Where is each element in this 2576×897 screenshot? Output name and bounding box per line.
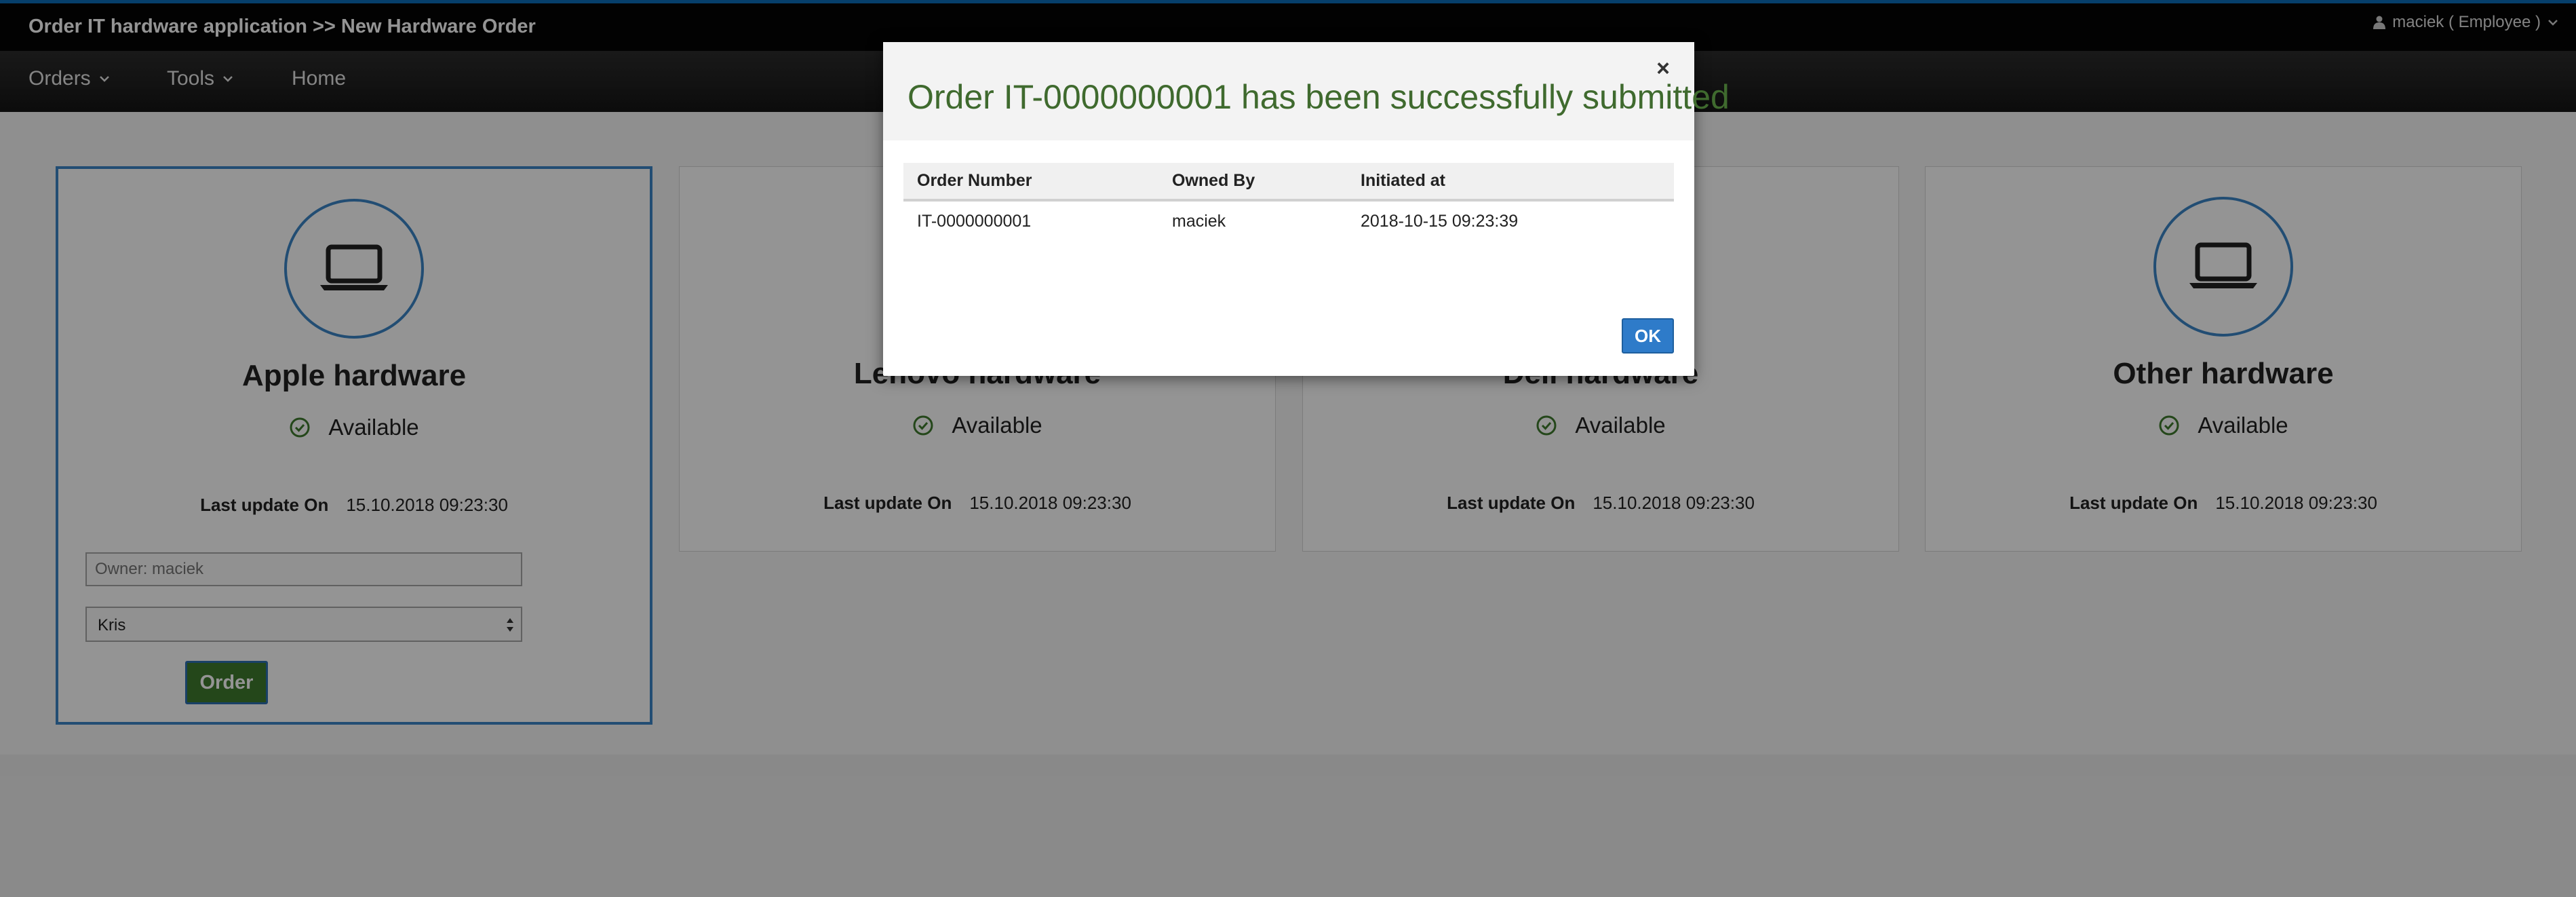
column-header: Order Number [903, 163, 1158, 202]
dialog-header: Order IT-0000000001 has been successfull… [883, 42, 1730, 140]
ok-button[interactable]: OK [1622, 318, 1674, 354]
close-icon[interactable]: × [1656, 56, 1670, 82]
column-header: Initiated at [1347, 163, 1674, 202]
order-submitted-dialog: Order IT-0000000001 has been successfull… [883, 42, 1730, 376]
table-header-row: Order Number Owned By Initiated at [903, 163, 1674, 202]
owned-by-cell: maciek [1172, 212, 1226, 231]
table-row: IT-0000000001 maciek 2018-10-15 09:23:39 [903, 200, 1674, 242]
dialog-title: Order IT-0000000001 has been successfull… [908, 78, 1730, 116]
order-summary-table: Order Number Owned By Initiated at IT-00… [903, 163, 1674, 242]
initiated-at-cell: 2018-10-15 09:23:39 [1361, 212, 1519, 231]
column-header: Owned By [1158, 163, 1347, 202]
order-number-cell: IT-0000000001 [917, 212, 1032, 231]
